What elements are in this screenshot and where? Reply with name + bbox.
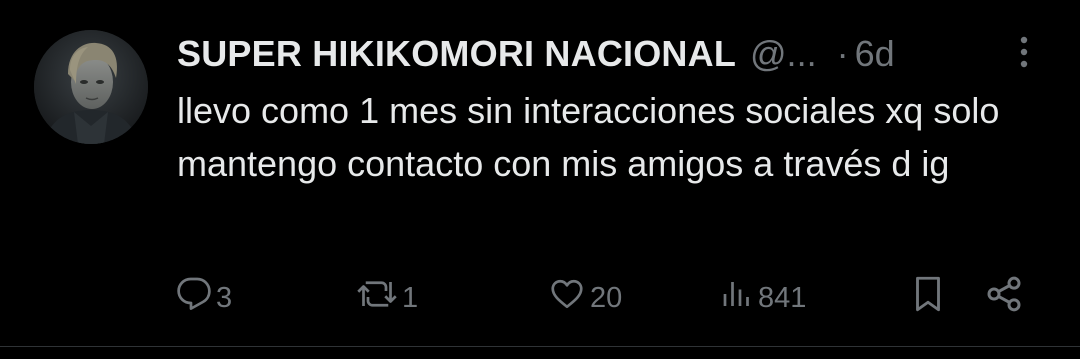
divider bbox=[0, 346, 1080, 347]
reply-count: 3 bbox=[216, 281, 233, 314]
tweet-header: SUPER HIKIKOMORI NACIONAL @... · 6d bbox=[177, 30, 895, 78]
more-options-button[interactable] bbox=[1008, 34, 1040, 74]
views-button[interactable]: 841 bbox=[720, 274, 806, 322]
like-count: 20 bbox=[590, 281, 623, 314]
separator-dot: · bbox=[836, 33, 849, 74]
share-button[interactable] bbox=[984, 274, 1024, 322]
heart-icon bbox=[548, 276, 586, 320]
avatar[interactable] bbox=[34, 30, 148, 144]
repost-count: 1 bbox=[402, 281, 419, 314]
like-button[interactable]: 20 bbox=[548, 274, 622, 322]
views-icon bbox=[720, 276, 754, 320]
timestamp[interactable]: 6d bbox=[855, 33, 895, 75]
author-handle[interactable]: @... bbox=[750, 33, 817, 75]
reply-icon bbox=[176, 276, 212, 320]
tweet-text: llevo como 1 mes sin interacciones socia… bbox=[177, 90, 1000, 184]
repost-icon bbox=[356, 276, 398, 320]
tweet[interactable]: SUPER HIKIKOMORI NACIONAL @... · 6d llev… bbox=[0, 0, 1080, 359]
views-count: 841 bbox=[758, 281, 807, 314]
reply-button[interactable]: 3 bbox=[176, 274, 232, 322]
more-vertical-icon bbox=[1018, 35, 1030, 74]
bookmark-icon bbox=[910, 274, 946, 322]
repost-button[interactable]: 1 bbox=[356, 274, 418, 322]
share-icon bbox=[984, 274, 1024, 322]
action-bar: 3 1 20 841 bbox=[0, 274, 1080, 322]
author-name[interactable]: SUPER HIKIKOMORI NACIONAL bbox=[177, 33, 736, 75]
bookmark-button[interactable] bbox=[910, 274, 946, 322]
